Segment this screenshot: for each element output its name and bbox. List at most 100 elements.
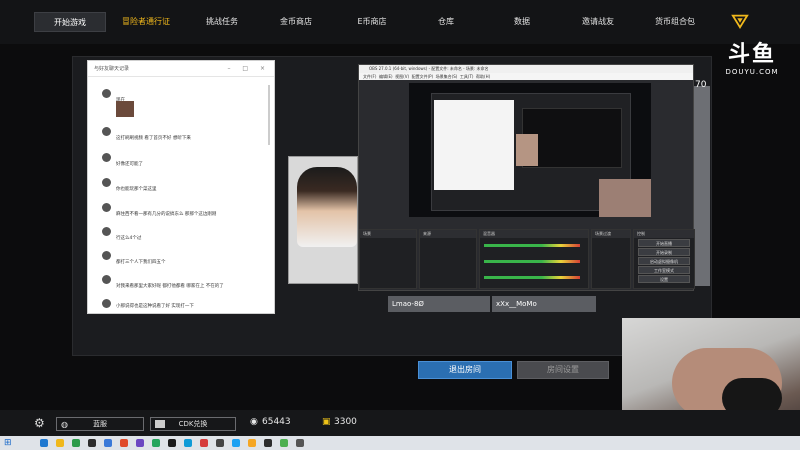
avatar bbox=[102, 251, 111, 260]
server-button[interactable]: ◍ 蓝服 bbox=[56, 417, 144, 431]
game-logo-icon[interactable] bbox=[731, 12, 749, 30]
tab-ecoin-shop[interactable]: E币商店 bbox=[340, 12, 404, 32]
list-item: 对我来看那里大家好呢 都打他都看 哪家在上 不在的了 bbox=[102, 275, 272, 293]
taskbar-app-icon[interactable] bbox=[296, 439, 304, 447]
taskbar-app-icon[interactable] bbox=[248, 439, 256, 447]
tab-warehouse[interactable]: 仓库 bbox=[414, 12, 478, 32]
obs-preview[interactable] bbox=[409, 83, 651, 217]
taskbar-app-icon[interactable] bbox=[216, 439, 224, 447]
mixer-meter bbox=[484, 260, 580, 263]
ecoin-count: 3300 bbox=[334, 417, 357, 427]
message-text: 都打三个人下我们四五个 bbox=[116, 260, 166, 265]
obs-window: OBS 27.0.1 (64-bit, windows) - 配置文件: 未命名… bbox=[358, 64, 695, 291]
chat-title: 与好友聊天记录 bbox=[94, 66, 130, 72]
game-top-nav: 开始游戏 冒险者通行证 挑战任务 金币商店 E币商店 仓库 数据 邀请战友 货币… bbox=[0, 0, 800, 44]
player-slot-2[interactable]: xXx__MoMo bbox=[492, 296, 596, 312]
mixer-meter bbox=[484, 244, 580, 247]
avatar bbox=[102, 153, 111, 162]
controls-title: 控制 bbox=[634, 230, 694, 238]
menu-file[interactable]: 文件(F) bbox=[363, 74, 376, 79]
list-item: 麻住西不看一那有几分的说搞东么 那那个这边刚刚 bbox=[102, 203, 272, 221]
tab-start-game[interactable]: 开始游戏 bbox=[34, 12, 106, 32]
taskbar-app-icon[interactable] bbox=[168, 439, 176, 447]
nested-chat bbox=[434, 100, 514, 190]
tab-challenge-tasks[interactable]: 挑战任务 bbox=[190, 12, 254, 32]
game-room-number: 70 bbox=[695, 80, 707, 90]
sources-title: 来源 bbox=[420, 230, 476, 238]
obs-menubar: 文件(F) 编辑(E) 视图(V) 配置文件(P) 场景集合(S) 工具(T) … bbox=[359, 73, 693, 80]
list-item: 都打三个人下我们四五个 bbox=[102, 251, 272, 269]
settings-button[interactable]: 设置 bbox=[638, 275, 690, 283]
taskbar-app-icon[interactable] bbox=[200, 439, 208, 447]
taskbar-app-icon[interactable] bbox=[264, 439, 272, 447]
gear-icon[interactable]: ⚙ bbox=[34, 416, 45, 430]
virtual-camera-button[interactable]: 启动虚拟摄像机 bbox=[638, 257, 690, 265]
message-image bbox=[116, 101, 134, 117]
tab-data[interactable]: 数据 bbox=[490, 12, 554, 32]
windows-start-icon[interactable]: ⊞ bbox=[4, 438, 12, 448]
chat-titlebar: 与好友聊天记录 – □ × bbox=[88, 61, 274, 77]
cdk-redeem-button[interactable]: CDK兑换 bbox=[150, 417, 236, 431]
cdk-label: CDK兑换 bbox=[178, 420, 208, 428]
message-text: 这打刷刷视频 看了首页不好 想听下来 bbox=[116, 136, 191, 141]
taskbar-app-icon[interactable] bbox=[232, 439, 240, 447]
scenes-title: 场景 bbox=[360, 230, 416, 238]
list-item: 好像还可能了 bbox=[102, 153, 272, 171]
menu-scene-collection[interactable]: 场景集合(S) bbox=[436, 74, 458, 79]
message-text: 对我来看那里大家好呢 都打他都看 哪家在上 不在的了 bbox=[116, 284, 224, 289]
server-label: 蓝服 bbox=[93, 420, 107, 428]
taskbar-app-icon[interactable] bbox=[40, 439, 48, 447]
message-text: 麻住西不看一那有几分的说搞东么 那那个这边刚刚 bbox=[116, 212, 217, 217]
avatar bbox=[102, 227, 111, 236]
avatar bbox=[102, 299, 111, 308]
taskbar-app-icon[interactable] bbox=[152, 439, 160, 447]
list-item: 这打刷刷视频 看了首页不好 想听下来 bbox=[102, 127, 272, 145]
taskbar-app-icon[interactable] bbox=[72, 439, 80, 447]
mixer-title: 混音器 bbox=[480, 230, 588, 238]
start-recording-button[interactable]: 开始录制 bbox=[638, 248, 690, 256]
menu-profile[interactable]: 配置文件(P) bbox=[412, 74, 434, 79]
menu-edit[interactable]: 编辑(E) bbox=[379, 74, 393, 79]
tab-gold-shop[interactable]: 金币商店 bbox=[264, 12, 328, 32]
douyu-domain: DOUYU.COM bbox=[725, 68, 779, 76]
player-slot-1[interactable]: Lmao-8Ø bbox=[388, 296, 490, 312]
chat-history-window: 与好友聊天记录 – □ × 现在 这打刷刷视频 看了首页不好 想听下来 好像还可… bbox=[87, 60, 275, 314]
tab-currency-bundle[interactable]: 货币组合包 bbox=[640, 12, 710, 32]
mixer-meter bbox=[484, 276, 580, 279]
avatar bbox=[102, 127, 111, 136]
gold-coin-count: 65443 bbox=[262, 417, 291, 427]
transitions-title: 场景过渡 bbox=[592, 230, 630, 238]
webcam-face bbox=[297, 167, 357, 247]
menu-view[interactable]: 视图(V) bbox=[395, 74, 409, 79]
taskbar-app-icon[interactable] bbox=[280, 439, 288, 447]
taskbar-app-icon[interactable] bbox=[184, 439, 192, 447]
tab-adventurer-pass[interactable]: 冒险者通行证 bbox=[112, 12, 180, 32]
list-item: 行这么4个过 bbox=[102, 227, 272, 245]
preview-hand-cam bbox=[599, 179, 651, 217]
douyu-brand: 斗鱼 bbox=[727, 42, 776, 67]
start-streaming-button[interactable]: 开始直播 bbox=[638, 239, 690, 247]
webcam-face-overlay bbox=[288, 156, 358, 284]
tab-invite-friends[interactable]: 邀请战友 bbox=[566, 12, 630, 32]
controls-dock: 控制 开始直播 开始录制 启动虚拟摄像机 工作室模式 设置 bbox=[633, 229, 695, 289]
menu-tools[interactable]: 工具(T) bbox=[460, 74, 474, 79]
nested-face bbox=[516, 134, 538, 166]
window-controls[interactable]: – □ × bbox=[227, 61, 270, 77]
scenes-dock: 场景 bbox=[359, 229, 417, 289]
room-settings-button[interactable]: 房间设置 bbox=[517, 361, 609, 379]
avatar bbox=[102, 275, 111, 284]
taskbar-app-icon[interactable] bbox=[136, 439, 144, 447]
message-text: 好像还可能了 bbox=[116, 162, 143, 167]
gold-coin-icon: ◉ bbox=[250, 417, 258, 427]
menu-help[interactable]: 帮助(H) bbox=[476, 74, 490, 79]
taskbar-app-icon[interactable] bbox=[104, 439, 112, 447]
avatar bbox=[102, 203, 111, 212]
exit-room-button[interactable]: 退出房间 bbox=[418, 361, 512, 379]
game-bottom-bar: ⚙ ◍ 蓝服 CDK兑换 ◉ 65443 ▣ 3300 bbox=[0, 410, 800, 436]
globe-icon: ◍ bbox=[61, 420, 68, 429]
studio-mode-button[interactable]: 工作室模式 bbox=[638, 266, 690, 274]
taskbar-app-icon[interactable] bbox=[56, 439, 64, 447]
taskbar-app-icon[interactable] bbox=[88, 439, 96, 447]
taskbar-app-icon[interactable] bbox=[120, 439, 128, 447]
cdk-icon bbox=[155, 420, 165, 428]
